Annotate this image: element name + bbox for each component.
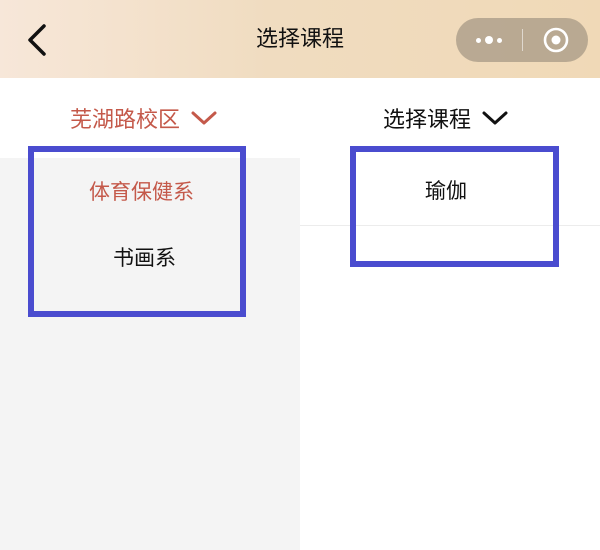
more-dots-icon (476, 37, 481, 43)
more-button[interactable] (456, 18, 522, 62)
course-item-yoga[interactable]: 瑜伽 (300, 158, 600, 226)
chevron-down-icon (191, 111, 217, 125)
category-item-calligraphy-painting[interactable]: 书画系 (0, 228, 300, 288)
more-dot-right (497, 37, 502, 43)
campus-dropdown[interactable]: 芜湖路校区 (70, 100, 218, 136)
mini-program-capsule (456, 18, 588, 62)
close-button[interactable] (523, 18, 588, 62)
course-dropdown-label: 选择课程 (383, 108, 472, 133)
course-list: 瑜伽 (300, 158, 600, 550)
target-circle-icon (543, 27, 568, 53)
filter-bar: 芜湖路校区 选择课程 (0, 78, 600, 158)
more-dot-center (485, 36, 493, 44)
campus-dropdown-label: 芜湖路校区 (70, 108, 181, 133)
course-dropdown[interactable]: 选择课程 (383, 100, 509, 136)
top-navbar: 选择课程 (0, 0, 600, 78)
chevron-down-icon (482, 111, 508, 125)
category-item-sports-health[interactable]: 体育保健系 (0, 162, 300, 222)
category-list: 体育保健系 书画系 (0, 158, 300, 550)
course-item-label: 瑜伽 (425, 179, 467, 203)
